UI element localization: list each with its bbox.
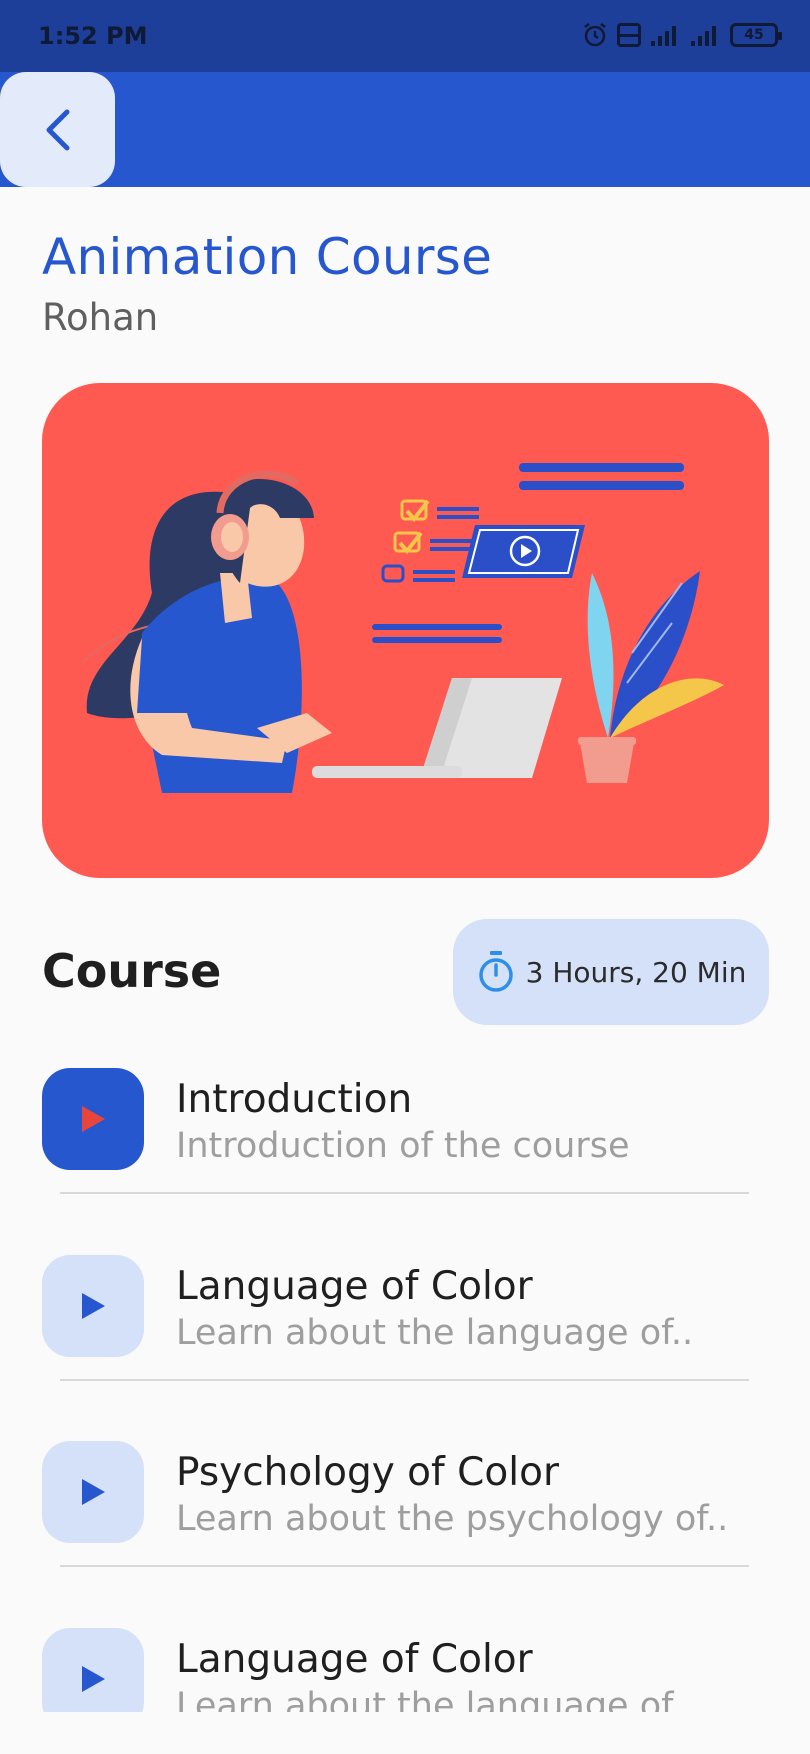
divider: [60, 1565, 749, 1567]
course-hero-illustration: [42, 383, 769, 878]
alarm-icon: [584, 22, 606, 47]
course-author: Rohan: [42, 296, 159, 339]
section-title: Course: [42, 944, 222, 998]
lesson-subtitle: Learn about the language of..: [176, 1313, 694, 1353]
play-icon: [82, 1666, 105, 1692]
lesson-play-button[interactable]: [42, 1628, 144, 1712]
lesson-play-button[interactable]: [42, 1255, 144, 1357]
lesson-play-button[interactable]: [42, 1441, 144, 1543]
divider: [60, 1192, 749, 1194]
play-icon: [82, 1106, 105, 1132]
lesson-subtitle: Introduction of the course: [176, 1126, 630, 1166]
volte-icon: [617, 23, 641, 47]
divider: [60, 1379, 749, 1381]
battery-level: 45: [744, 27, 764, 43]
stopwatch-icon: [478, 951, 513, 992]
lesson-title: Language of Color: [176, 1637, 533, 1682]
lesson-subtitle: Learn about the language of..: [176, 1686, 694, 1712]
signal-icon: [651, 26, 676, 46]
duration-text: 3 Hours, 20 Min: [525, 955, 747, 989]
duration-chip: 3 Hours, 20 Min: [453, 919, 769, 1025]
lesson-title: Language of Color: [176, 1264, 533, 1309]
lesson-item[interactable]: Introduction Introduction of the course: [0, 1068, 810, 1254]
lesson-item[interactable]: Language of Color Learn about the langua…: [0, 1628, 810, 1712]
back-button[interactable]: [0, 72, 115, 187]
signal-icon: [691, 26, 716, 46]
lesson-subtitle: Learn about the psychology of..: [176, 1499, 729, 1539]
status-icons: 45: [582, 22, 782, 48]
lesson-title: Introduction: [176, 1077, 413, 1122]
play-icon: [82, 1293, 105, 1319]
lesson-item[interactable]: Psychology of Color Learn about the psyc…: [0, 1441, 810, 1627]
lesson-list: Introduction Introduction of the course …: [0, 1068, 810, 1712]
chevron-left-icon: [46, 109, 69, 150]
person-with-laptop-illustration: [81, 463, 724, 793]
course-title: Animation Course: [42, 228, 493, 286]
status-time: 1:52 PM: [38, 22, 148, 50]
lesson-item[interactable]: Language of Color Learn about the langua…: [0, 1255, 810, 1441]
lesson-play-button[interactable]: [42, 1068, 144, 1170]
battery-icon: 45: [730, 23, 782, 47]
lesson-title: Psychology of Color: [176, 1450, 559, 1495]
app-bar: [0, 72, 810, 187]
play-icon: [82, 1479, 105, 1505]
status-bar: 1:52 PM 45: [0, 0, 810, 72]
